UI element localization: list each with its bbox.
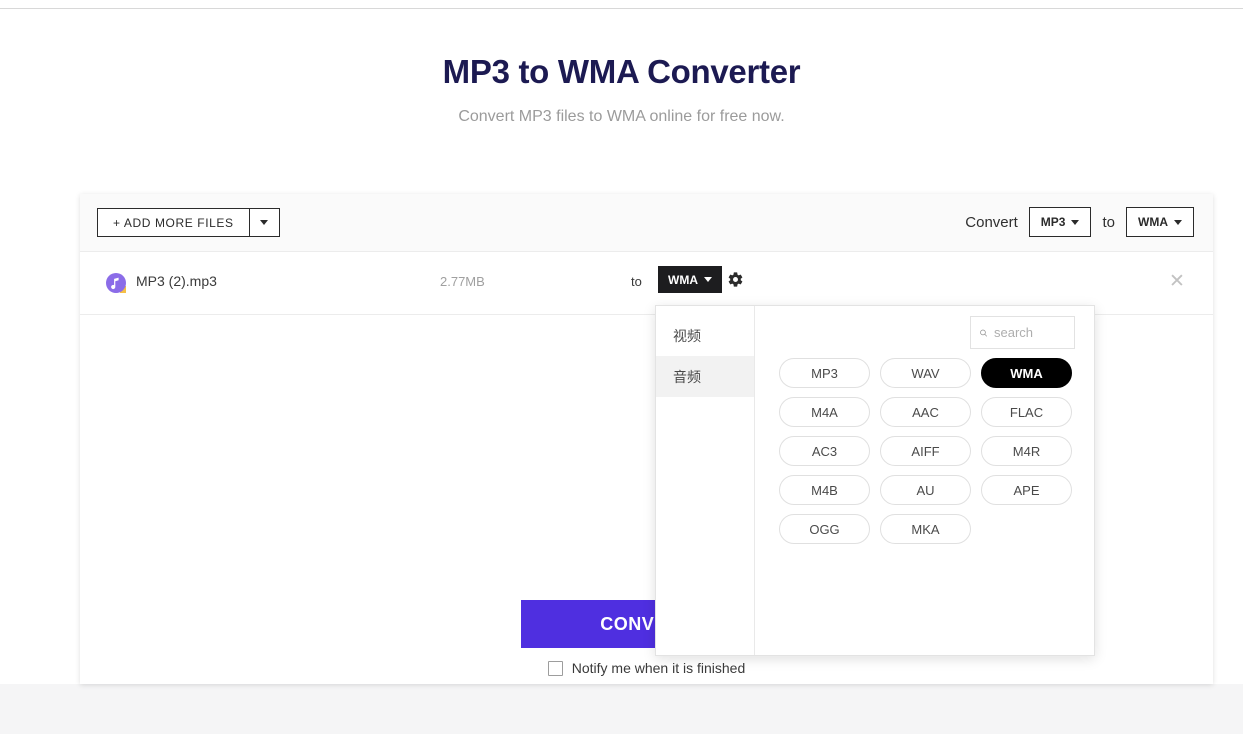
convert-format-selectors: Convert MP3 to WMA xyxy=(965,207,1194,237)
to-label: to xyxy=(1102,213,1115,231)
format-pill-flac[interactable]: FLAC xyxy=(981,397,1072,427)
format-pill-aac[interactable]: AAC xyxy=(880,397,971,427)
chevron-down-icon xyxy=(260,220,269,225)
notify-row: Notify me when it is finished xyxy=(80,660,1213,676)
top-divider xyxy=(0,8,1243,9)
format-pill-ac3[interactable]: AC3 xyxy=(779,436,870,466)
page-background xyxy=(0,684,1243,734)
file-format-value: WMA xyxy=(668,272,698,287)
format-search-input[interactable] xyxy=(994,325,1066,340)
format-category-list: 视频 音频 xyxy=(656,306,755,655)
format-pill-wav[interactable]: WAV xyxy=(880,358,971,388)
convert-label: Convert xyxy=(965,213,1018,231)
format-pill-ogg[interactable]: OGG xyxy=(779,514,870,544)
add-more-files-button[interactable]: + ADD MORE FILES xyxy=(97,208,249,237)
music-file-icon xyxy=(105,272,127,294)
page-subtitle: Convert MP3 files to WMA online for free… xyxy=(458,108,785,125)
format-pill-au[interactable]: AU xyxy=(880,475,971,505)
search-icon xyxy=(980,329,988,337)
gear-icon xyxy=(728,271,742,287)
format-pill-mka[interactable]: MKA xyxy=(880,514,971,544)
converter-toolbar: + ADD MORE FILES Convert MP3 to WMA xyxy=(80,194,1213,252)
add-files-group: + ADD MORE FILES xyxy=(97,208,280,237)
notify-label: Notify me when it is finished xyxy=(571,660,746,676)
chevron-down-icon xyxy=(704,277,712,282)
source-format-select[interactable]: MP3 xyxy=(1028,207,1092,237)
format-pill-mp3[interactable]: MP3 xyxy=(779,358,870,388)
chevron-down-icon xyxy=(1174,219,1182,225)
remove-file-button[interactable]: ✕ xyxy=(1166,270,1188,292)
format-dropdown-panel: 视频 音频 MP3 WAV WMA M4A AAC FLAC AC3 AIFF … xyxy=(655,305,1095,656)
file-settings-button[interactable] xyxy=(722,266,748,292)
add-more-files-dropdown-button[interactable] xyxy=(248,208,280,237)
format-pill-grid: MP3 WAV WMA M4A AAC FLAC AC3 AIFF M4R M4… xyxy=(779,358,1082,544)
page-title: MP3 to WMA Converter xyxy=(442,53,801,90)
file-size: 2.77MB xyxy=(440,274,485,289)
format-panel-body: MP3 WAV WMA M4A AAC FLAC AC3 AIFF M4R M4… xyxy=(755,306,1094,655)
format-pill-m4a[interactable]: M4A xyxy=(779,397,870,427)
notify-checkbox[interactable] xyxy=(547,660,563,676)
format-pill-wma[interactable]: WMA xyxy=(981,358,1072,388)
target-format-select[interactable]: WMA xyxy=(1126,207,1194,237)
target-format-value: WMA xyxy=(1138,215,1168,229)
format-pill-m4r[interactable]: M4R xyxy=(981,436,1072,466)
source-format-value: MP3 xyxy=(1040,215,1066,229)
format-category-audio[interactable]: 音频 xyxy=(656,356,754,397)
chevron-down-icon xyxy=(1071,219,1080,225)
file-format-select[interactable]: WMA xyxy=(658,266,722,293)
file-name: MP3 (2).mp3 xyxy=(136,273,217,289)
format-pill-ape[interactable]: APE xyxy=(981,475,1072,505)
format-search-box[interactable] xyxy=(970,316,1075,349)
file-to-label: to xyxy=(631,274,642,289)
hero-section: MP3 to WMA Converter Convert MP3 files t… xyxy=(0,50,1243,126)
format-pill-m4b[interactable]: M4B xyxy=(779,475,870,505)
format-pill-aiff[interactable]: AIFF xyxy=(880,436,971,466)
format-category-video[interactable]: 视频 xyxy=(656,315,754,356)
